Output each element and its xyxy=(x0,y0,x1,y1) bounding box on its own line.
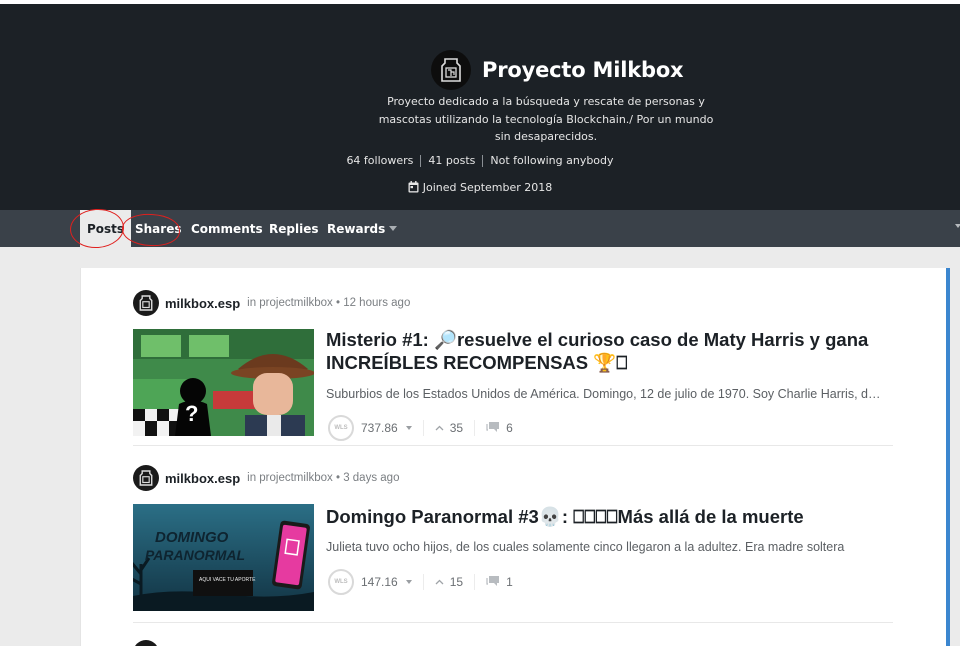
post-excerpt[interactable]: Julieta tuvo ocho hijos, de los cuales s… xyxy=(326,540,882,554)
profile-stats: 64 followers 41 posts Not following anybod… xyxy=(0,154,960,167)
thumb-line2: PARANORMAL xyxy=(145,547,245,563)
post-author-row: milkbox.esp in projectmilkbox • 3 days a… xyxy=(133,465,399,491)
payout-value[interactable]: 737.86 xyxy=(361,421,398,435)
tab-rewards[interactable]: Rewards xyxy=(327,210,398,247)
profile-brand: Proyecto Milkbox xyxy=(431,50,684,90)
post-excerpt[interactable]: Suburbios de los Estados Unidos de Améri… xyxy=(326,387,882,401)
profile-avatar[interactable] xyxy=(431,50,471,90)
following-count[interactable]: Not following anybody xyxy=(483,154,620,167)
post-title[interactable]: Domingo Paranormal #3💀: ⎕⎕⎕⎕Más allá de … xyxy=(326,505,886,528)
post-divider xyxy=(133,445,893,446)
post-divider xyxy=(133,622,893,623)
tab-comments[interactable]: Comments xyxy=(191,210,263,247)
milkbox-logo-icon xyxy=(139,470,153,486)
profile-about: Proyecto dedicado a la búsqueda y rescat… xyxy=(378,95,714,143)
author-name[interactable]: milkbox.esp xyxy=(165,296,240,311)
comment-icon xyxy=(486,576,500,586)
comments-button[interactable]: 6 xyxy=(486,421,513,435)
profile-header: Proyecto Milkbox Proyecto dedicado a la … xyxy=(0,4,960,210)
comment-count: 1 xyxy=(506,575,513,589)
paranormal-illustration: DOMINGO PARANORMAL AQUI VACE TU APORTE xyxy=(133,504,314,611)
tab-rewards-label: Rewards xyxy=(327,222,386,236)
calendar-icon xyxy=(408,181,419,193)
post-meta: in projectmilkbox • 12 hours ago xyxy=(247,297,411,309)
author-avatar[interactable] xyxy=(133,640,159,646)
comments-button[interactable]: 1 xyxy=(486,575,513,589)
milkbox-logo-icon xyxy=(441,58,461,82)
chevron-down-icon[interactable] xyxy=(405,580,412,584)
post-thumbnail[interactable]: DOMINGO PARANORMAL AQUI VACE TU APORTE xyxy=(133,504,314,611)
post-actions: WLS 737.86 35 6 xyxy=(328,415,513,441)
profile-title: Proyecto Milkbox xyxy=(482,58,684,82)
post-title[interactable]: Misterio #1: 🔎resuelve el curioso caso d… xyxy=(326,328,886,374)
tab-replies[interactable]: Replies xyxy=(269,210,318,247)
joined-date: Joined September 2018 xyxy=(0,181,960,194)
overflow-chevron-icon[interactable] xyxy=(955,224,960,228)
milkbox-logo-icon xyxy=(139,295,153,311)
author-name[interactable]: milkbox.esp xyxy=(165,471,240,486)
author-avatar[interactable] xyxy=(133,465,159,491)
chevron-down-icon xyxy=(389,226,398,231)
comment-count: 6 xyxy=(506,421,513,435)
wls-coin-icon[interactable]: WLS xyxy=(328,569,354,595)
vote-count: 35 xyxy=(449,421,464,435)
author-avatar[interactable] xyxy=(133,290,159,316)
upvote-button[interactable]: 15 xyxy=(435,575,463,589)
action-separator xyxy=(422,420,424,436)
followers-count[interactable]: 64 followers xyxy=(339,154,420,167)
chevron-down-icon[interactable] xyxy=(405,426,412,430)
chevron-up-icon xyxy=(435,579,444,585)
vote-count: 15 xyxy=(449,575,464,589)
chevron-up-icon xyxy=(435,425,444,431)
comment-icon xyxy=(486,422,500,432)
action-separator xyxy=(474,574,476,590)
post-actions: WLS 147.16 15 1 xyxy=(328,569,513,595)
post-thumbnail[interactable]: ? xyxy=(133,329,314,436)
thumb-line1: DOMINGO xyxy=(155,529,229,546)
payout-value[interactable]: 147.16 xyxy=(361,575,398,589)
thumb-banner: AQUI VACE TU APORTE xyxy=(199,577,256,583)
detective-illustration: ? xyxy=(133,329,314,436)
post-feed: milkbox.esp in projectmilkbox • 12 hours… xyxy=(80,268,950,646)
wls-coin-icon[interactable]: WLS xyxy=(328,415,354,441)
joined-text: Joined September 2018 xyxy=(422,181,553,194)
post-meta: in projectmilkbox • 3 days ago xyxy=(247,472,400,484)
action-separator xyxy=(474,420,476,436)
upvote-button[interactable]: 35 xyxy=(435,421,463,435)
svg-text:?: ? xyxy=(185,401,198,426)
action-separator xyxy=(422,574,424,590)
posts-count[interactable]: 41 posts xyxy=(421,154,482,167)
post-author-row: milkbox.esp in projectmilkbox • 12 hours… xyxy=(133,290,410,316)
